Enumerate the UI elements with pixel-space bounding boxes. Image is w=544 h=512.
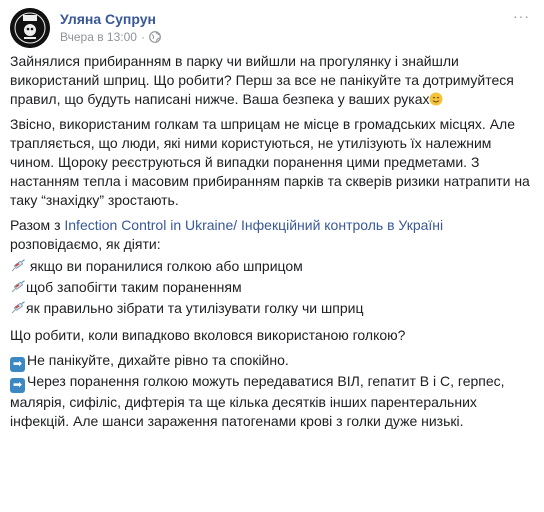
partner-prefix: Разом з [10,217,61,233]
list-item-text: щоб запобігти таким пораненням [26,279,242,295]
steps-list: ➡ Не панікуйте, дихайте рівно та спокійно… [10,351,534,431]
syringe-icon [10,259,26,278]
partner-suffix: розповідаємо, як діяти: [10,236,161,252]
smile-emoji-icon [429,92,443,106]
list-item-text: як правильно зібрати та утилізувати голк… [26,300,364,316]
post-body: Зайнялися прибиранням в парку чи вийшли … [10,52,534,437]
post-timestamp[interactable]: Вчера в 13:00 [60,30,137,44]
list-item: якщо ви поранилися голкою або шприцом [10,257,534,278]
right-arrow-icon: ➡ [10,357,25,372]
author-name[interactable]: Уляна Супрун [60,11,156,27]
avatar[interactable] [10,8,50,48]
post-header: Уляна Супрун Вчера в 13:00 · ··· [10,8,534,48]
list-item: ➡ Через поранення голкою можуть передават… [10,372,534,431]
list-item-text: якщо ви поранилися голкою або шприцом [29,258,303,274]
paragraph-context: Звісно, використаним голкам та шприцам н… [10,116,530,208]
partner-link[interactable]: Infection Control in Ukraine/ Інфекційни… [64,217,443,233]
list-item: ➡ Не панікуйте, дихайте рівно та спокійно… [10,351,534,372]
globe-icon[interactable] [149,31,161,43]
question-text: Що робити, коли випадково вколовся викор… [10,327,406,343]
step-text: Через поранення голкою можуть передавати… [10,373,505,429]
topics-list: якщо ви поранилися голкою або шприцом що… [10,257,534,320]
post-meta: Вчера в 13:00 · [60,30,161,44]
syringe-icon [10,301,26,320]
step-text: Не панікуйте, дихайте рівно та спокійно. [27,352,289,368]
right-arrow-icon: ➡ [10,378,25,393]
more-options-icon[interactable]: ··· [513,8,530,24]
meta-separator: · [140,30,145,44]
list-item: щоб запобігти таким пораненням [10,278,534,299]
syringe-icon [10,280,26,299]
paragraph-intro: Зайнялися прибиранням в парку чи вийшли … [10,52,534,109]
list-item: як правильно зібрати та утилізувати голк… [10,299,534,320]
paragraph-partner: Разом з Infection Control in Ukraine/ Ін… [10,216,534,254]
